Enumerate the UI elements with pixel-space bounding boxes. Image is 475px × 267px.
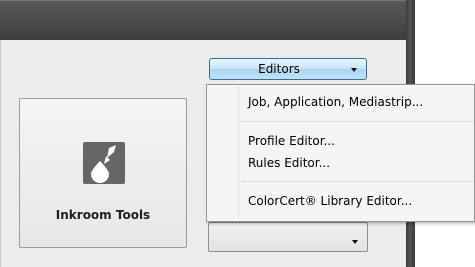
menu-item-rules-editor[interactable]: Rules Editor... — [248, 156, 330, 170]
menu-separator — [241, 181, 473, 182]
top-bar — [0, 0, 406, 40]
chevron-down-icon — [352, 240, 358, 244]
menu-item-job-application-mediastrip[interactable]: Job, Application, Mediastrip... — [248, 95, 423, 109]
editors-dropdown-button[interactable]: Editors — [209, 58, 367, 80]
ink-drop-icon — [83, 142, 125, 184]
chevron-down-icon — [351, 68, 357, 72]
menu-gutter — [238, 87, 239, 219]
editors-menu: Job, Application, Mediastrip... Profile … — [206, 84, 475, 222]
secondary-dropdown[interactable] — [208, 222, 368, 252]
inkroom-tools-tile[interactable]: Inkroom Tools — [19, 98, 187, 248]
menu-item-colorcert-library-editor[interactable]: ColorCert® Library Editor... — [248, 194, 412, 208]
inkroom-tools-label: Inkroom Tools — [55, 208, 151, 222]
menu-item-profile-editor[interactable]: Profile Editor... — [248, 134, 335, 148]
menu-separator — [241, 121, 473, 122]
editors-label: Editors — [258, 62, 300, 76]
